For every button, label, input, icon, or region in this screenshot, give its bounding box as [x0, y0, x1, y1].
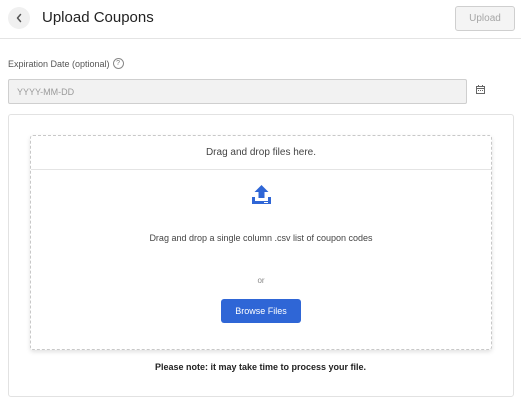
page-title: Upload Coupons — [42, 9, 154, 26]
calendar-icon[interactable] — [476, 85, 485, 94]
drop-zone-header: Drag and drop files here. — [31, 136, 491, 170]
browse-files-button[interactable]: Browse Files — [221, 299, 301, 323]
back-button[interactable] — [8, 7, 30, 29]
expiration-date-label-text: Expiration Date (optional) — [8, 58, 110, 69]
upload-tray-icon — [252, 185, 271, 204]
question-circle-icon[interactable]: ? — [112, 58, 124, 69]
page-header: Upload Coupons Upload — [0, 0, 521, 39]
processing-note: Please note: it may take time to process… — [154, 362, 367, 372]
chevron-left-icon — [16, 13, 22, 23]
or-divider-text: or — [257, 276, 265, 285]
file-drop-zone[interactable]: Drag and drop files here. Drag and drop … — [30, 135, 492, 350]
expiration-date-input[interactable] — [8, 79, 467, 104]
expiration-date-label: Expiration Date (optional) ? — [8, 58, 124, 69]
upload-button[interactable]: Upload — [455, 6, 515, 31]
drop-instructions: Drag and drop a single column .csv list … — [149, 233, 373, 243]
